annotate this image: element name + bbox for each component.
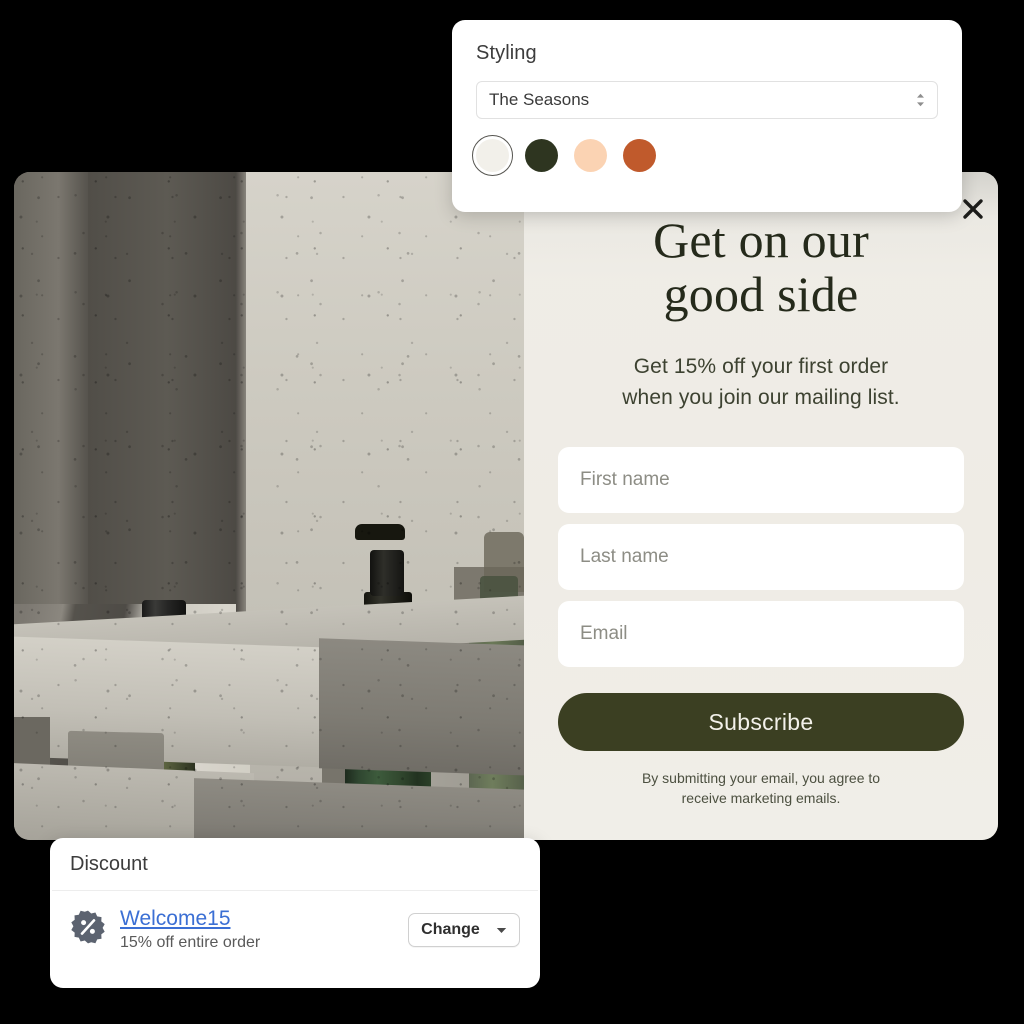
- subscribe-button[interactable]: Subscribe: [558, 693, 964, 752]
- caret-down-icon: [496, 921, 507, 939]
- email-input[interactable]: [558, 601, 964, 668]
- swatch-peach[interactable]: [574, 139, 607, 172]
- popup-legal-text: By submitting your email, you agree to r…: [641, 770, 881, 807]
- first-name-input[interactable]: [558, 447, 964, 514]
- email-signup-popup: Get on our good side Get 15% off your fi…: [524, 172, 998, 840]
- popup-preview-composite: Get on our good side Get 15% off your fi…: [14, 172, 998, 840]
- theme-select-value: The Seasons: [489, 90, 590, 109]
- discount-panel: Discount Welcome15 15% off entire order …: [50, 838, 540, 988]
- signup-form: Subscribe: [558, 447, 964, 752]
- last-name-input[interactable]: [558, 524, 964, 591]
- popup-subheading: Get 15% off your first order when you jo…: [622, 355, 900, 410]
- percent-badge-icon: [70, 909, 106, 950]
- updown-stepper-icon: [916, 93, 925, 107]
- discount-code-link[interactable]: Welcome15: [120, 907, 231, 931]
- screenshot-root: Get on our good side Get 15% off your fi…: [0, 0, 1024, 1024]
- popup-headline: Get on our good side: [653, 212, 869, 322]
- swatch-rust[interactable]: [623, 139, 656, 172]
- change-discount-button[interactable]: Change: [408, 912, 520, 947]
- product-image: [14, 172, 524, 840]
- photo-concrete-texture: [14, 172, 524, 840]
- change-button-label: Change: [421, 920, 480, 938]
- swatch-dark-olive[interactable]: [525, 139, 558, 172]
- theme-select[interactable]: The Seasons: [476, 81, 938, 119]
- close-icon[interactable]: [958, 194, 988, 224]
- discount-description: 15% off entire order: [120, 934, 261, 951]
- discount-details: Welcome15 15% off entire order: [120, 907, 394, 952]
- styling-panel-title: Styling: [476, 42, 537, 64]
- color-swatch-row: [472, 135, 938, 176]
- discount-panel-title: Discount: [70, 853, 148, 875]
- swatch-offwhite[interactable]: [472, 135, 513, 176]
- styling-panel: Styling The Seasons: [452, 20, 962, 212]
- discount-row: Welcome15 15% off entire order Change: [50, 891, 540, 952]
